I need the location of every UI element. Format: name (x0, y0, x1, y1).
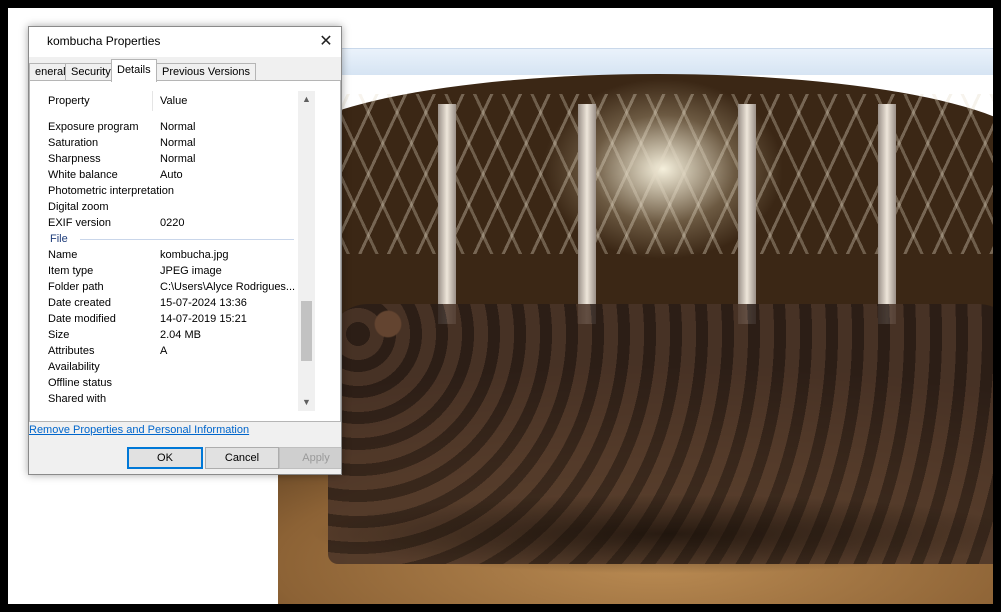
property-name: Offline status (48, 377, 112, 389)
tab-details[interactable]: Details (111, 59, 157, 82)
property-name: Size (48, 329, 70, 341)
column-header-property[interactable]: Property (48, 95, 90, 107)
photo-viewer-toolbar (340, 48, 993, 75)
property-value: 14-07-2019 15:21 (160, 313, 247, 325)
property-name: Photometric interpretation (48, 185, 174, 197)
list-item[interactable]: Saturation Normal (40, 135, 296, 151)
property-name: Digital zoom (48, 201, 109, 213)
property-name: Sharpness (48, 153, 101, 165)
property-name: Availability (48, 361, 100, 373)
details-panel: Property Value Exposure program Normal S… (29, 80, 341, 422)
list-item[interactable]: Photometric interpretation (40, 183, 296, 199)
photo-pillar (878, 104, 896, 324)
ok-button[interactable]: OK (127, 447, 203, 469)
apply-button[interactable]: Apply (279, 447, 341, 469)
list-item[interactable]: Offline status (40, 375, 296, 391)
photo-pillar (438, 104, 456, 324)
remove-properties-link[interactable]: Remove Properties and Personal Informati… (29, 424, 249, 436)
column-header-value[interactable]: Value (160, 95, 187, 107)
property-name: Saturation (48, 137, 99, 149)
list-item[interactable]: Date modified 14-07-2019 15:21 (40, 311, 296, 327)
property-value: Normal (160, 153, 196, 165)
photo-pillar (578, 104, 596, 324)
list-item[interactable]: Exposure program Normal (40, 119, 296, 135)
desktop-screen: kombucha Properties ✕ eneral Security De… (8, 8, 993, 604)
property-value: 0220 (160, 217, 185, 229)
group-photo (278, 74, 993, 604)
photo-pillar (738, 104, 756, 324)
property-value: 15-07-2024 13:36 (160, 297, 247, 309)
tab-previous-versions[interactable]: Previous Versions (156, 63, 257, 81)
property-name: Attributes (48, 345, 95, 357)
scroll-up-arrow-icon[interactable]: ▲ (298, 91, 315, 108)
group-label: File (50, 233, 68, 245)
vertical-scrollbar[interactable]: ▲ ▼ (298, 91, 315, 411)
property-name: Item type (48, 265, 94, 277)
list-item[interactable]: Shared with (40, 391, 296, 407)
list-item[interactable]: Availability (40, 359, 296, 375)
group-divider (80, 239, 294, 240)
property-value: C:\Users\Alyce Rodrigues.... (160, 281, 296, 293)
list-header: Property Value (40, 91, 296, 111)
property-list[interactable]: Exposure program Normal Saturation Norma… (40, 111, 296, 411)
scroll-thumb[interactable] (301, 301, 312, 361)
property-value: A (160, 345, 168, 357)
list-item[interactable]: Attributes A (40, 343, 296, 359)
photo-floor (308, 494, 993, 574)
list-item[interactable]: Sharpness Normal (40, 151, 296, 167)
scroll-down-arrow-icon[interactable]: ▼ (298, 394, 315, 411)
property-name: Date modified (48, 313, 116, 325)
close-icon[interactable]: ✕ (311, 27, 341, 57)
list-item[interactable]: Name kombucha.jpg (40, 247, 296, 263)
list-item[interactable]: White balance Auto (40, 167, 296, 183)
properties-dialog: kombucha Properties ✕ eneral Security De… (28, 26, 342, 475)
property-value: 2.04 MB (160, 329, 201, 341)
list-item[interactable]: Size 2.04 MB (40, 327, 296, 343)
list-item[interactable]: Date created 15-07-2024 13:36 (40, 295, 296, 311)
property-name: EXIF version (48, 217, 111, 229)
property-value: Auto (160, 169, 183, 181)
tab-strip: eneral Security Details Previous Version… (29, 59, 341, 82)
column-divider[interactable] (152, 91, 153, 111)
cancel-button[interactable]: Cancel (205, 447, 279, 469)
list-item[interactable]: EXIF version 0220 (40, 215, 296, 231)
list-item[interactable]: Folder path C:\Users\Alyce Rodrigues.... (40, 279, 296, 295)
property-name: Exposure program (48, 121, 139, 133)
property-name: Date created (48, 297, 111, 309)
property-value: JPEG image (160, 265, 222, 277)
property-name: Name (48, 249, 78, 261)
property-value: Normal (160, 137, 196, 149)
group-header-file[interactable]: File (40, 231, 296, 247)
list-item[interactable]: Item type JPEG image (40, 263, 296, 279)
tab-security[interactable]: Security (65, 63, 117, 81)
list-item[interactable]: Digital zoom (40, 199, 296, 215)
property-value: Normal (160, 121, 196, 133)
list-item-clipped (40, 111, 296, 117)
property-name: Folder path (48, 281, 104, 293)
dialog-title: kombucha Properties (47, 34, 161, 48)
property-name: White balance (48, 169, 118, 181)
dialog-titlebar: kombucha Properties ✕ (29, 27, 341, 57)
property-value: kombucha.jpg (160, 249, 229, 261)
property-name: Shared with (48, 393, 107, 405)
